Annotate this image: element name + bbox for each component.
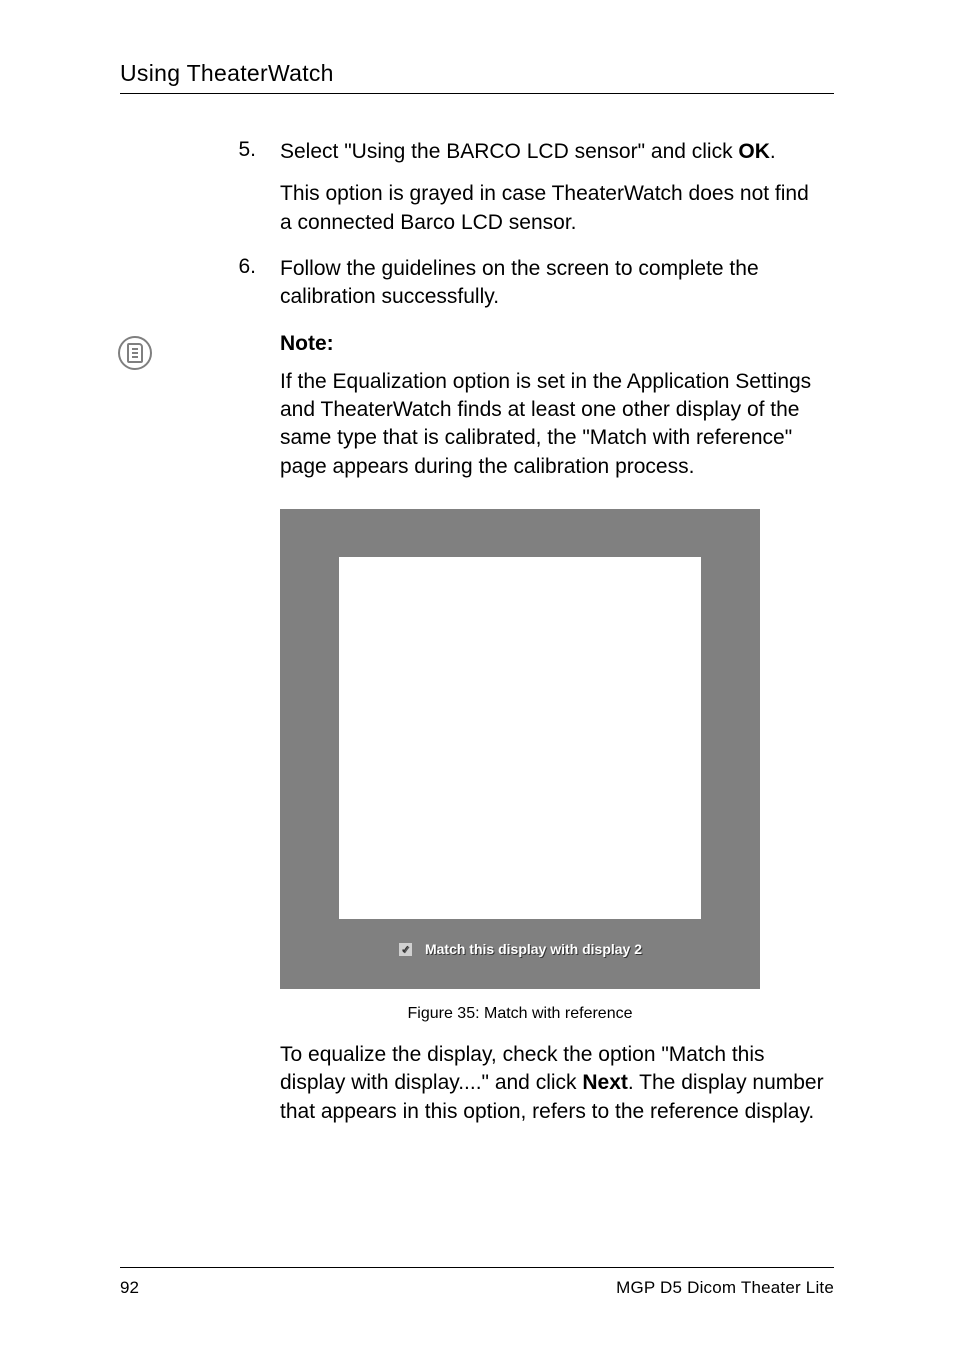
figure-match-reference: ✓ Match this display with display 2 bbox=[280, 509, 760, 989]
match-display-label: Match this display with display 2 bbox=[425, 941, 642, 957]
step-sub: This option is grayed in case TheaterWat… bbox=[280, 180, 824, 237]
match-display-checkbox[interactable]: ✓ bbox=[398, 942, 413, 957]
page-number: 92 bbox=[120, 1278, 139, 1298]
note-text: If the Equalization option is set in the… bbox=[280, 368, 824, 481]
figure-wrap: ✓ Match this display with display 2 bbox=[280, 509, 760, 989]
step-text-bold: OK bbox=[738, 140, 770, 163]
step-number: 5. bbox=[232, 138, 256, 237]
figure-checkbox-row: ✓ Match this display with display 2 bbox=[398, 941, 642, 957]
figure-caption: Figure 35: Match with reference bbox=[280, 1005, 760, 1023]
footer: 92 MGP D5 Dicom Theater Lite bbox=[120, 1267, 834, 1298]
note-icon bbox=[118, 336, 152, 370]
step-text-post: . bbox=[770, 140, 776, 163]
note-label: Note: bbox=[280, 332, 824, 356]
step-text-pre: Follow the guidelines on the screen to c… bbox=[280, 257, 759, 308]
document-icon bbox=[127, 343, 143, 363]
step-6: 6. Follow the guidelines on the screen t… bbox=[232, 255, 824, 312]
equalize-bold: Next bbox=[582, 1071, 628, 1094]
step-text-pre: Select "Using the BARCO LCD sensor" and … bbox=[280, 140, 738, 163]
step-body: Select "Using the BARCO LCD sensor" and … bbox=[280, 138, 824, 237]
step-5: 5. Select "Using the BARCO LCD sensor" a… bbox=[232, 138, 824, 237]
note-block: Note: If the Equalization option is set … bbox=[280, 332, 824, 481]
equalize-paragraph: To equalize the display, check the optio… bbox=[280, 1041, 824, 1126]
footer-title: MGP D5 Dicom Theater Lite bbox=[616, 1278, 834, 1298]
running-head: Using TheaterWatch bbox=[120, 60, 834, 94]
content-area: 5. Select "Using the BARCO LCD sensor" a… bbox=[120, 138, 834, 1126]
step-number: 6. bbox=[232, 255, 256, 312]
step-body: Follow the guidelines on the screen to c… bbox=[280, 255, 824, 312]
figure-white-area bbox=[339, 557, 701, 919]
